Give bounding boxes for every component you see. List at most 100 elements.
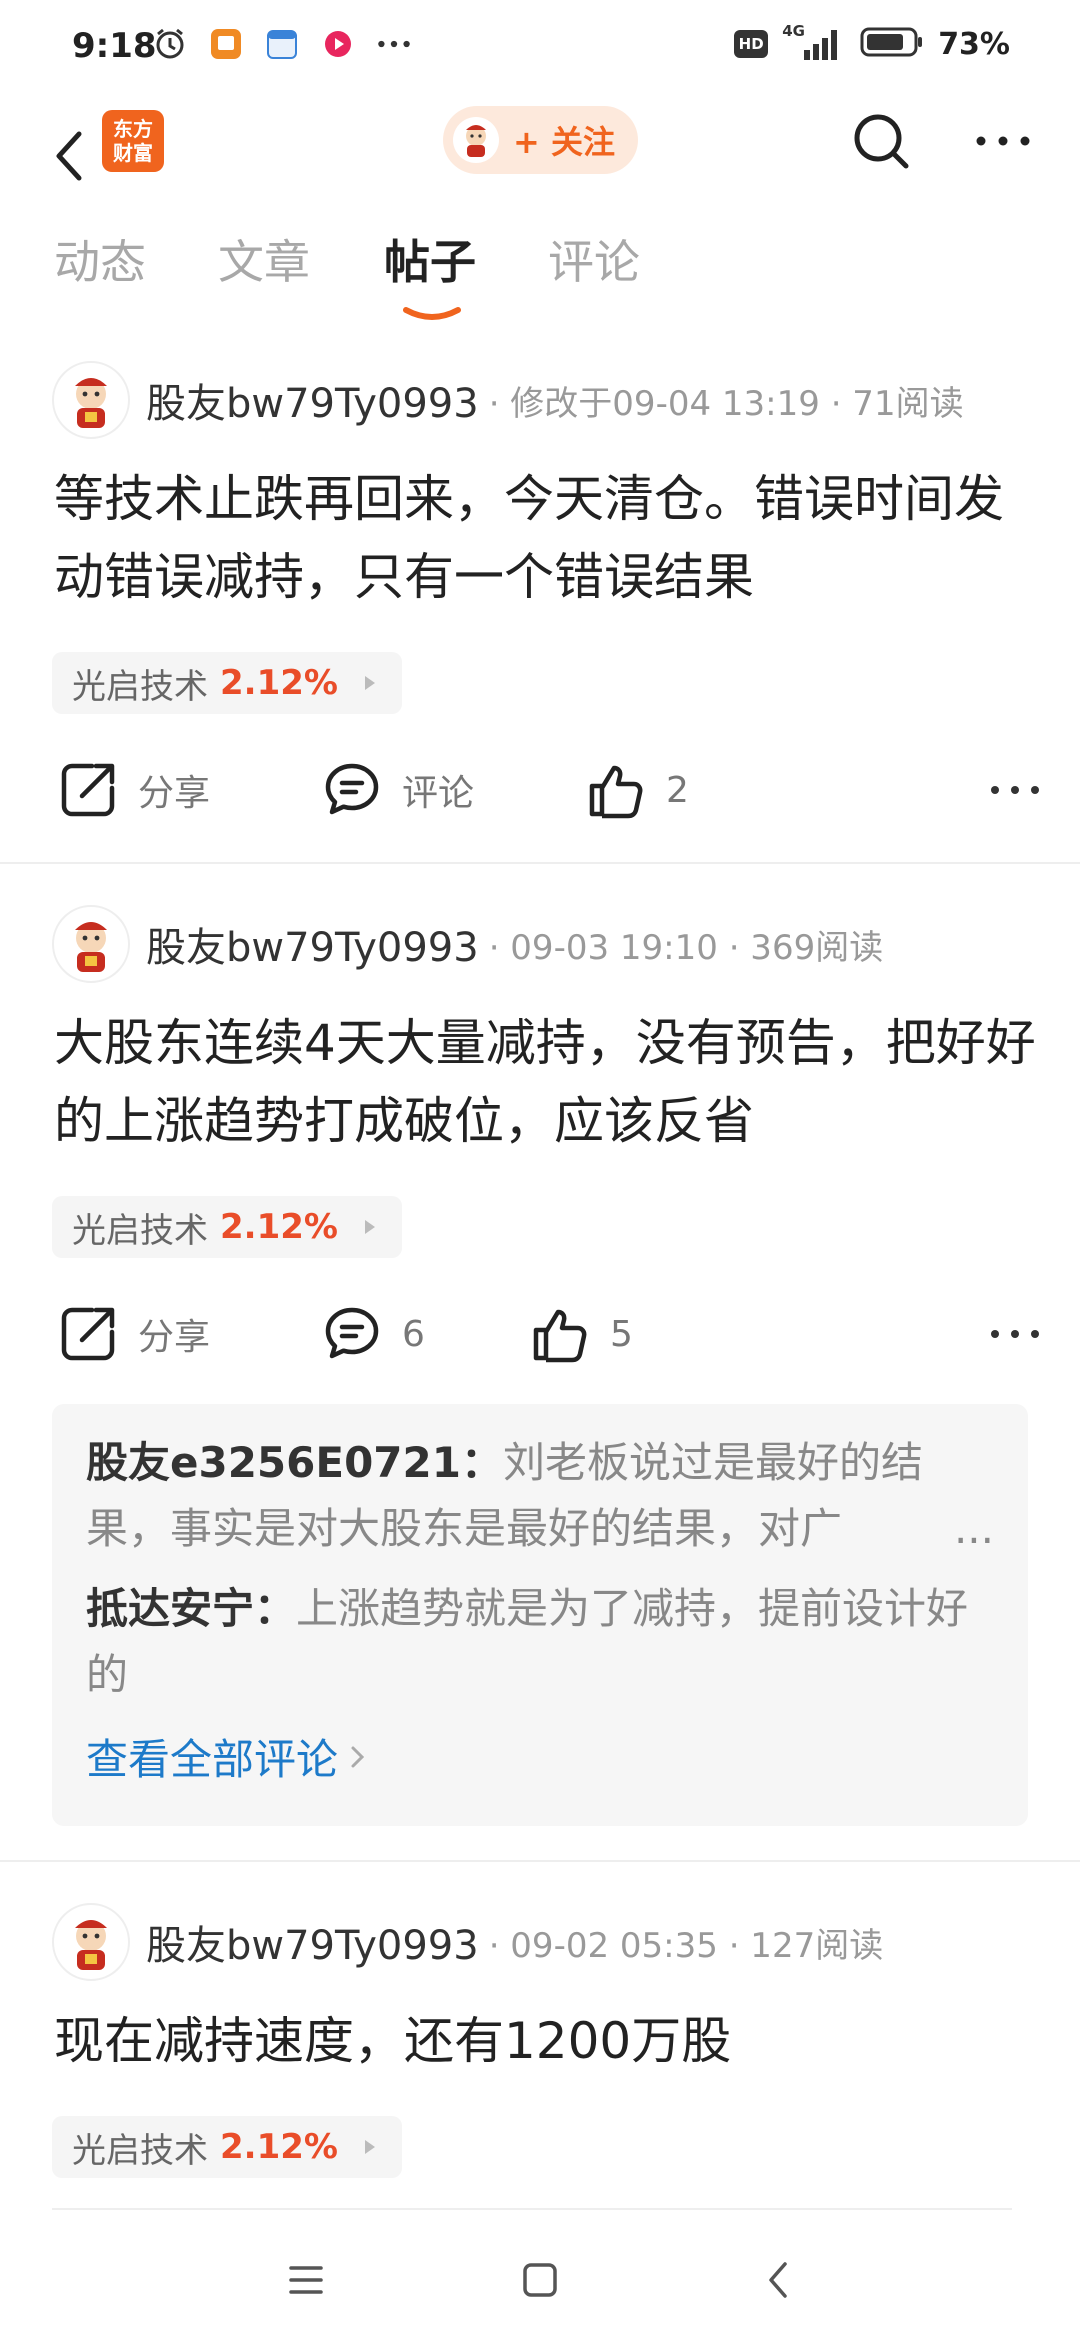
tab-dynamics[interactable]: 动态: [54, 226, 146, 292]
more-notifications-icon: [376, 26, 412, 62]
follow-label: + 关注: [513, 123, 615, 161]
mascot-avatar-icon: [75, 1920, 107, 1970]
logo-line-1: 东方: [113, 117, 153, 141]
mascot-avatar-icon: [75, 922, 107, 972]
comment-icon: [325, 763, 379, 815]
alarm-icon: [152, 26, 188, 62]
profile-tabs: 动态 文章 帖子 评论: [0, 226, 1080, 336]
video-app-icon: [320, 26, 356, 62]
comment-count: 6: [402, 1313, 425, 1355]
more-horizontal-icon: [976, 136, 1030, 146]
triangle-right-icon: [364, 2140, 375, 2154]
calendar-icon: [264, 26, 300, 62]
menu-icon: [289, 2266, 323, 2294]
stock-name: 光启技术: [72, 666, 208, 707]
mascot-avatar-icon: [453, 117, 499, 163]
post-actions: 分享 评论 2: [0, 750, 1080, 830]
post-meta: · 09-02 05:35 · 127阅读: [488, 1925, 884, 1966]
post-actions: 分享 6 5: [0, 1294, 1080, 1374]
top-app-bar: 东方 财富 + 关注: [0, 96, 1080, 226]
divider: [0, 862, 1080, 864]
view-all-comments-link[interactable]: 查看全部评论: [86, 1726, 994, 1787]
stock-name: 光启技术: [72, 2130, 208, 2171]
post-header: 股友bw79Ty0993 · 09-03 19:10 · 369阅读: [52, 904, 883, 984]
stock-tag[interactable]: 光启技术 2.12%: [52, 1196, 402, 1258]
chevron-left-icon: [56, 131, 82, 181]
comment-preview-box[interactable]: 股友e3256E0721：刘老板说过是最好的结果，事实是对大股东是最好的结果，对…: [52, 1404, 1028, 1826]
follow-button[interactable]: + 关注: [443, 106, 638, 174]
post-author[interactable]: 股友bw79Ty0993: [146, 915, 479, 973]
stock-name: 光启技术: [72, 1210, 208, 1251]
comment-icon: [325, 1307, 379, 1359]
comment-user[interactable]: 抵达安宁：: [86, 1584, 296, 1633]
stock-change: 2.12%: [220, 1207, 338, 1247]
more-horizontal-icon: [991, 1330, 1039, 1338]
status-time: 9:18: [72, 26, 157, 66]
chevron-left-icon: [769, 2262, 787, 2298]
triangle-right-icon: [364, 676, 375, 690]
share-label: 分享: [138, 773, 211, 814]
more-options-button[interactable]: [968, 116, 1038, 166]
triangle-right-icon: [364, 1220, 375, 1234]
tab-posts[interactable]: 帖子: [384, 226, 476, 292]
search-button[interactable]: [846, 106, 916, 176]
view-all-label: 查看全部评论: [86, 1735, 339, 1784]
comment-button[interactable]: 6: [322, 1294, 425, 1374]
comment-item[interactable]: 股友e3256E0721：刘老板说过是最好的结果，事实是对大股东是最好的结果，对…: [86, 1430, 994, 1562]
hd-label: HD: [738, 35, 764, 53]
avatar[interactable]: [52, 361, 130, 439]
home-button[interactable]: [510, 2250, 570, 2310]
status-notification-icons: [152, 26, 412, 62]
like-count: 5: [610, 1313, 633, 1355]
post-header: 股友bw79Ty0993 · 09-02 05:35 · 127阅读: [52, 1902, 883, 1982]
like-button[interactable]: 2: [586, 750, 689, 830]
back-button[interactable]: [38, 114, 98, 198]
share-button[interactable]: 分享: [58, 750, 210, 830]
thumbs-up-icon: [533, 1309, 587, 1363]
post-header: 股友bw79Ty0993 · 修改于09-04 13:19 · 71阅读: [52, 360, 964, 440]
like-button[interactable]: 5: [530, 1294, 633, 1374]
comment-item[interactable]: 抵达安宁：上涨趋势就是为了减持，提前设计好的: [86, 1576, 994, 1708]
post-text[interactable]: 现在减持速度，还有1200万股: [54, 2002, 1044, 2080]
avatar[interactable]: [52, 1903, 130, 1981]
comment-ellipsis: ...: [953, 1504, 994, 1553]
system-back-button[interactable]: [748, 2250, 808, 2310]
status-bar: 9:18 HD 4G 73%: [0, 0, 1080, 96]
divider: [0, 1860, 1080, 1862]
post-author[interactable]: 股友bw79Ty0993: [146, 371, 479, 429]
stock-change: 2.12%: [220, 663, 338, 703]
stock-tag[interactable]: 光启技术 2.12%: [52, 652, 402, 714]
post-meta: · 09-03 19:10 · 369阅读: [488, 927, 884, 968]
home-square-icon: [523, 2263, 557, 2297]
avatar[interactable]: [52, 905, 130, 983]
like-count: 2: [666, 769, 689, 811]
post-more-button[interactable]: [990, 1294, 1040, 1374]
signal-icon: 4G: [782, 22, 846, 62]
comment-button[interactable]: 评论: [322, 750, 474, 830]
post-meta: · 修改于09-04 13:19 · 71阅读: [488, 383, 964, 424]
status-system-icons: HD 4G 73%: [734, 22, 1010, 62]
share-label: 分享: [138, 1317, 211, 1358]
stock-tag[interactable]: 光启技术 2.12%: [52, 2116, 402, 2178]
tab-comments[interactable]: 评论: [548, 226, 640, 292]
search-icon: [854, 114, 909, 169]
tab-articles[interactable]: 文章: [218, 226, 310, 292]
post-text[interactable]: 大股东连续4天大量减持，没有预告，把好好的上涨趋势打成破位，应该反省: [54, 1004, 1044, 1160]
more-horizontal-icon: [991, 786, 1039, 794]
thumbs-up-icon: [589, 765, 643, 819]
post-more-button[interactable]: [990, 750, 1040, 830]
post-text[interactable]: 等技术止跌再回来，今天清仓。错误时间发动错误减持，只有一个错误结果: [54, 460, 1044, 616]
chevron-right-icon: [351, 1746, 365, 1767]
battery-icon: [860, 26, 924, 62]
comment-user[interactable]: 股友e3256E0721：: [86, 1438, 503, 1487]
share-button[interactable]: 分享: [58, 1294, 210, 1374]
app-logo: 东方 财富: [102, 110, 164, 172]
system-navigation-bar: [0, 2210, 1080, 2340]
recent-apps-button[interactable]: [276, 2250, 336, 2310]
battery-percent: 73%: [938, 26, 1010, 62]
comment-label: 评论: [402, 773, 475, 814]
post-author[interactable]: 股友bw79Ty0993: [146, 1913, 479, 1971]
mascot-avatar-icon: [75, 378, 107, 428]
share-icon: [61, 1307, 115, 1361]
hd-icon: HD: [734, 30, 769, 58]
